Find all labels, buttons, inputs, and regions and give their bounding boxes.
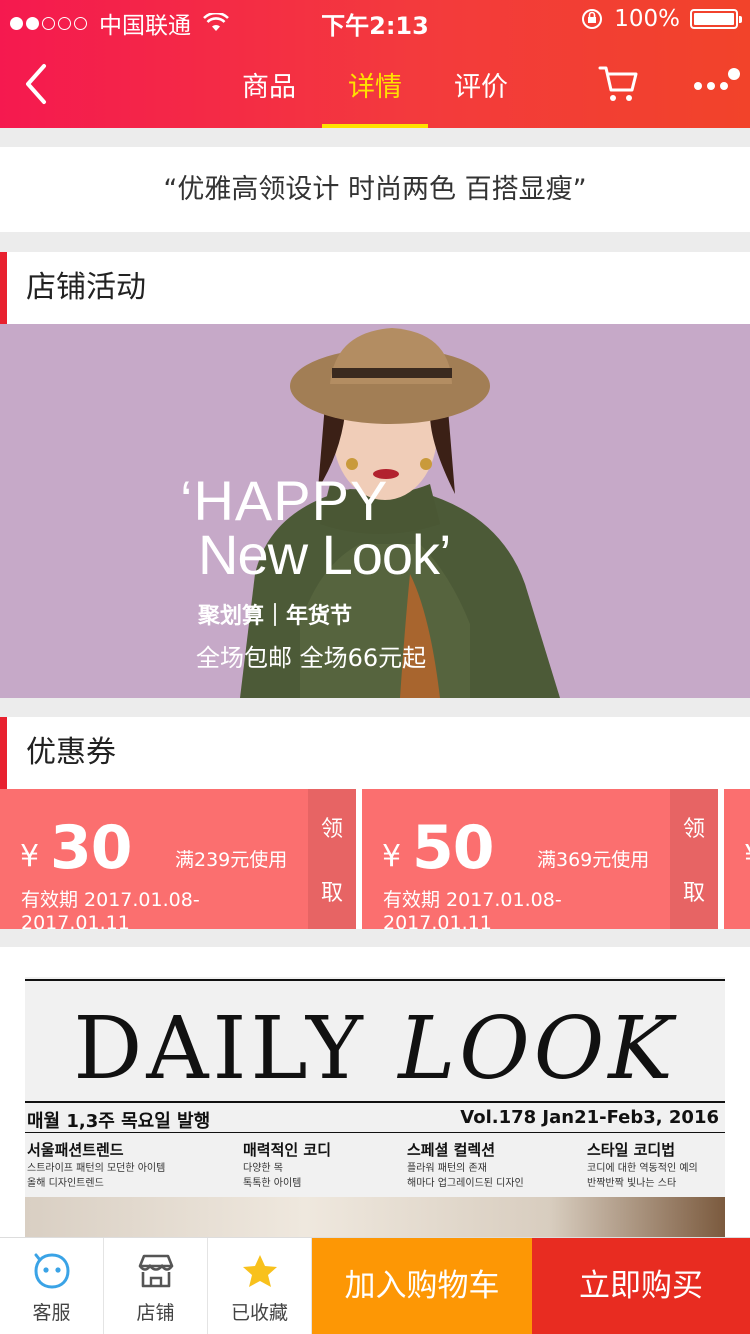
coupon-currency: ¥ bbox=[20, 839, 40, 874]
coupon-list: ¥ 30 满239元使用 有效期 2017.01.08-2017.01.11 领… bbox=[0, 789, 750, 929]
banner-promo: 全场包邮 全场66元起 bbox=[196, 644, 427, 672]
tab-details[interactable]: 详情 bbox=[322, 40, 428, 128]
bottom-action-bar: 客服 店铺 已收藏 加入购物车 立即购买 bbox=[0, 1237, 750, 1334]
banner-headline-2: New Look’ bbox=[198, 523, 451, 586]
coupon-header: 优惠券 bbox=[0, 717, 750, 789]
tab-product[interactable]: 商品 bbox=[216, 40, 322, 128]
battery-icon bbox=[690, 9, 742, 29]
divider bbox=[25, 1132, 725, 1133]
daily-look-image: DAILY LOOK 매월 1,3주 목요일 발행 Vol.178 Jan21-… bbox=[25, 977, 725, 1237]
divider bbox=[25, 1101, 725, 1103]
tab-reviews[interactable]: 评价 bbox=[428, 40, 534, 128]
coupon-card[interactable]: ¥ 30 满239元使用 有效期 2017.01.08-2017.01.11 领… bbox=[0, 789, 356, 929]
coupon-card-partial[interactable]: ¥ bbox=[724, 789, 750, 929]
shop-button[interactable]: 店铺 bbox=[104, 1238, 208, 1334]
coupon-validity: 有效期 2017.01.08-2017.01.11 bbox=[383, 889, 562, 929]
article-column: 스페셜 컬렉션 플라워 패턴의 존재 해마다 업그레이드된 디자인 bbox=[407, 1141, 524, 1189]
favorite-label: 已收藏 bbox=[230, 1302, 288, 1324]
more-icon[interactable] bbox=[690, 64, 742, 104]
coupon-condition: 满369元使用 bbox=[537, 849, 650, 871]
shop-activity-banner[interactable]: ‘HAPPY New Look’ 聚划算｜年货节 全场包邮 全场66元起 bbox=[0, 324, 750, 698]
shop-activity-title: 店铺活动 bbox=[26, 270, 146, 305]
banner-copy: ‘HAPPY New Look’ 聚划算｜年货节 全场包邮 全场66元起 bbox=[180, 469, 451, 673]
coupon-amount: 50 bbox=[412, 813, 494, 883]
header: 中国联通 下午2:13 100% 商品 详情 评价 bbox=[0, 0, 750, 128]
lookbook-photo bbox=[25, 1197, 725, 1237]
issue-volume: Vol.178 Jan21-Feb3, 2016 bbox=[460, 1107, 719, 1128]
coupon-currency: ¥ bbox=[382, 839, 402, 874]
shop-activity-header: 店铺活动 bbox=[0, 252, 750, 324]
add-to-cart-button[interactable]: 加入购物车 bbox=[312, 1238, 532, 1334]
product-slogan: “优雅高领设计 时尚两色 百搭显瘦” bbox=[0, 147, 750, 232]
top-nav: 商品 详情 评价 bbox=[0, 40, 750, 128]
claim-coupon-button[interactable]: 领 取 bbox=[308, 789, 356, 929]
section-accent-bar bbox=[0, 252, 7, 324]
coupon-title: 优惠券 bbox=[26, 735, 116, 770]
customer-service-icon bbox=[34, 1253, 70, 1289]
shop-icon bbox=[138, 1254, 174, 1288]
buy-now-button[interactable]: 立即购买 bbox=[532, 1238, 750, 1334]
claim-label-top: 领 bbox=[320, 817, 343, 842]
daily-look-masthead: DAILY LOOK bbox=[73, 999, 677, 1099]
battery-percent: 100% bbox=[614, 6, 680, 32]
claim-coupon-button[interactable]: 领 取 bbox=[670, 789, 718, 929]
claim-label-bottom: 取 bbox=[682, 881, 705, 906]
article-column: 매력적인 코디 다양한 목 톡톡한 아이템 bbox=[243, 1141, 332, 1189]
banner-brand: 聚划算｜年货节 bbox=[198, 604, 353, 629]
coupon-card[interactable]: ¥ 50 满369元使用 有效期 2017.01.08-2017.01.11 领… bbox=[362, 789, 718, 929]
coupon-condition: 满239元使用 bbox=[175, 849, 288, 871]
coupon-amount: 30 bbox=[50, 813, 132, 883]
shop-label: 店铺 bbox=[136, 1302, 175, 1324]
coupon-currency: ¥ bbox=[744, 839, 750, 874]
claim-label-top: 领 bbox=[682, 817, 705, 842]
issue-schedule: 매월 1,3주 목요일 발행 bbox=[27, 1111, 211, 1132]
article-column: 서울패션트렌드 스트라이프 패턴의 모던한 아이템 올해 디자인트렌드 bbox=[27, 1141, 166, 1189]
status-bar: 中国联通 下午2:13 100% bbox=[0, 0, 750, 40]
banner-headline-1: ‘HAPPY bbox=[180, 469, 389, 532]
detail-image-section: DAILY LOOK 매월 1,3주 목요일 발행 Vol.178 Jan21-… bbox=[0, 947, 750, 1237]
star-icon bbox=[243, 1255, 277, 1287]
claim-label-bottom: 取 bbox=[320, 881, 343, 906]
customer-service-button[interactable]: 客服 bbox=[0, 1238, 104, 1334]
section-accent-bar bbox=[0, 717, 7, 789]
rotation-lock-icon bbox=[582, 9, 603, 29]
customer-service-label: 客服 bbox=[32, 1302, 71, 1324]
coupon-validity: 有效期 2017.01.08-2017.01.11 bbox=[21, 889, 200, 929]
article-column: 스타일 코디법 코디에 대한 역동적인 예의 반짝반짝 빛나는 스타 bbox=[587, 1141, 698, 1189]
divider bbox=[25, 979, 725, 981]
favorite-button[interactable]: 已收藏 bbox=[208, 1238, 312, 1334]
cart-icon[interactable] bbox=[598, 64, 640, 104]
